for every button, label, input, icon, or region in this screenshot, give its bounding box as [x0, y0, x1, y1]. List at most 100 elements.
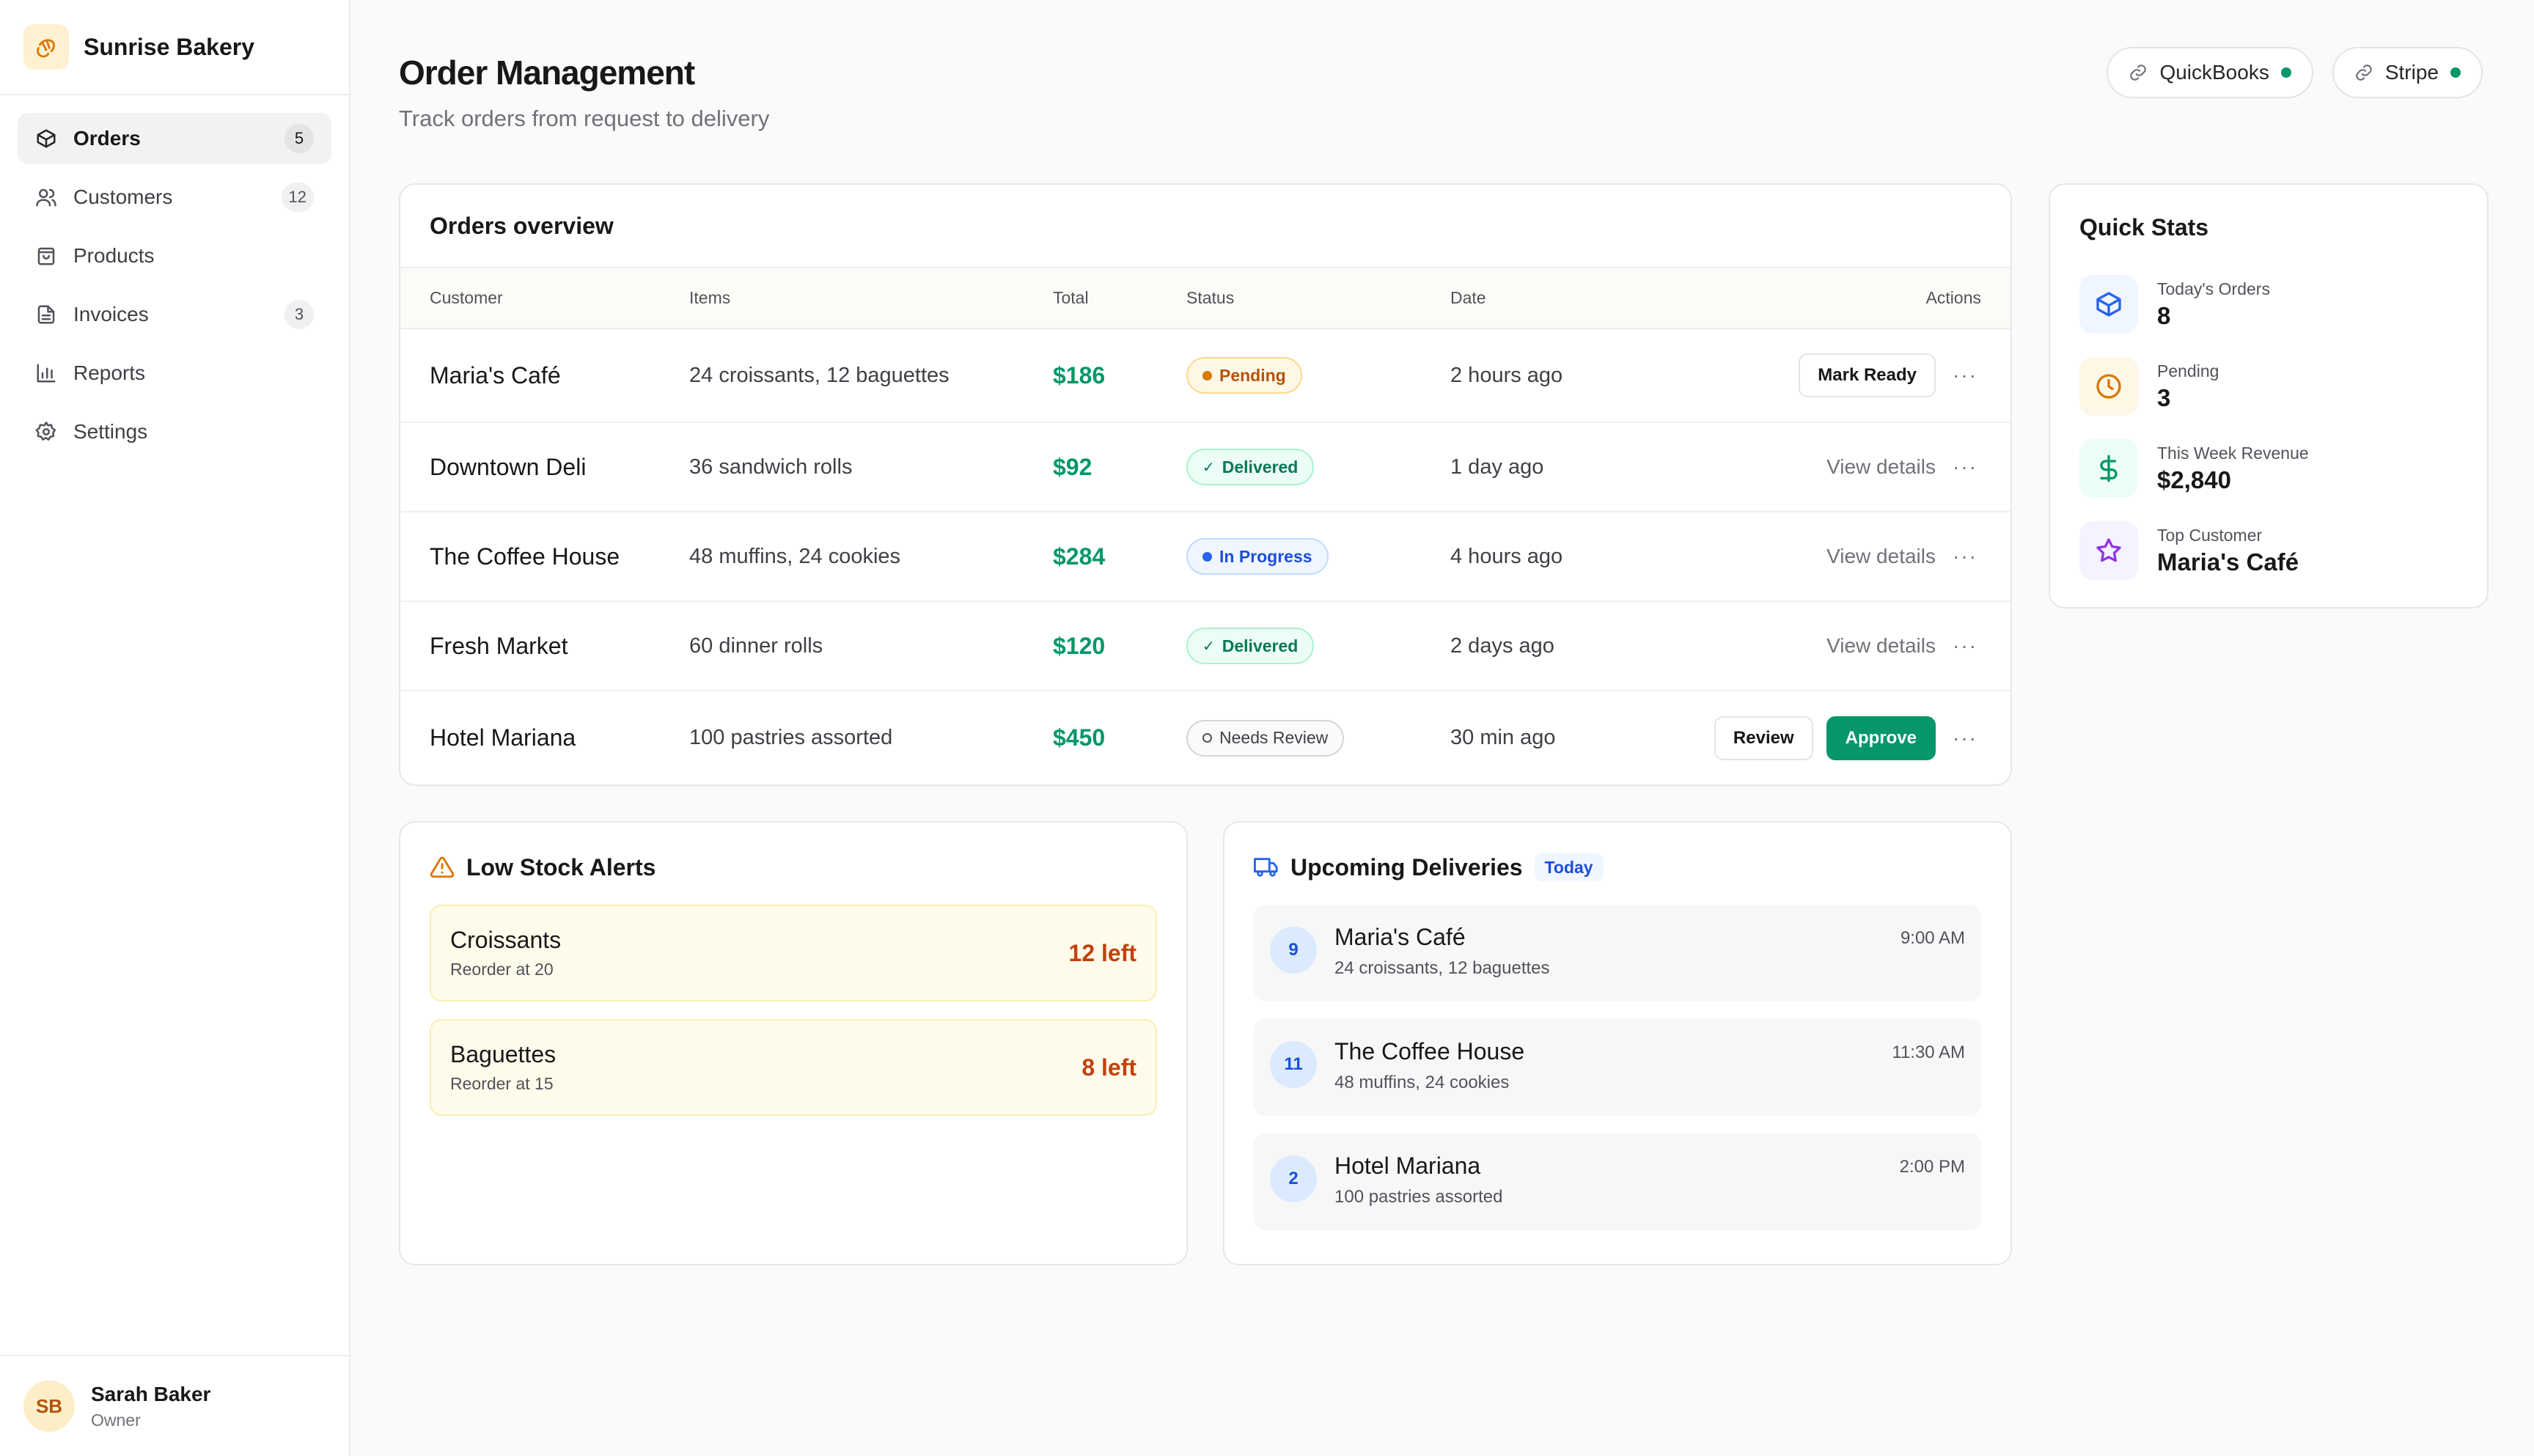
orders-table: Customer Items Total Status Date Actions…: [400, 268, 2010, 784]
user-profile[interactable]: SB Sarah Baker Owner: [0, 1355, 349, 1456]
count-badge: 5: [284, 124, 314, 153]
list-item: Baguettes Reorder at 15 8 left: [430, 1019, 1157, 1116]
order-date: 30 min ago: [1450, 726, 1556, 749]
delivery-customer: Maria's Café: [1334, 924, 1466, 950]
truck-icon: [1254, 855, 1279, 880]
integration-label: QuickBooks: [2159, 61, 2269, 84]
order-date: 2 days ago: [1450, 601, 1700, 691]
more-options-icon[interactable]: ···: [1949, 722, 1981, 754]
more-options-icon[interactable]: ···: [1949, 540, 1981, 573]
sidebar-item-invoices[interactable]: Invoices 3: [18, 289, 331, 340]
stock-name: Croissants: [450, 927, 562, 953]
sidebar-item-settings[interactable]: Settings: [18, 406, 331, 457]
status-label: Delivered: [1222, 636, 1299, 655]
connected-status-dot: [2280, 67, 2291, 78]
delivery-items: 100 pastries assorted: [1334, 1187, 1503, 1207]
integration-label: Stripe: [2384, 61, 2439, 84]
column-header-items: Items: [689, 268, 1053, 329]
stat-todays-orders: Today's Orders 8: [2079, 263, 2458, 345]
list-item[interactable]: 11 The Coffee House 48 muffins, 24 cooki…: [1254, 1019, 1981, 1116]
sidebar-item-label: Orders: [73, 127, 141, 150]
stat-pending: Pending 3: [2079, 345, 2458, 427]
check-icon: ✓: [1202, 459, 1215, 476]
order-total: $120: [1053, 601, 1186, 691]
integration-quickbooks[interactable]: QuickBooks: [2107, 47, 2313, 98]
link-icon: [2129, 63, 2148, 82]
sidebar-item-orders[interactable]: Orders 5: [18, 113, 331, 164]
mark-ready-button[interactable]: Mark Ready: [1799, 353, 1936, 397]
view-details-link[interactable]: View details: [1826, 455, 1936, 479]
brand-name: Sunrise Bakery: [84, 33, 255, 60]
more-options-icon[interactable]: ···: [1949, 630, 1981, 662]
table-row: Downtown Deli 36 sandwich rolls $92 ✓ De…: [400, 422, 2010, 512]
stat-value: 8: [2157, 301, 2171, 329]
more-options-icon[interactable]: ···: [1949, 359, 1981, 391]
dollar-icon: [2079, 439, 2138, 498]
sidebar-item-reports[interactable]: Reports: [18, 348, 331, 399]
sidebar-item-label: Reports: [73, 361, 146, 384]
table-row: Maria's Café 24 croissants, 12 baguettes…: [400, 328, 2010, 423]
in-progress-dot-icon: [1202, 551, 1212, 562]
stat-value: Maria's Café: [2157, 548, 2299, 576]
delivery-time: 11:30 AM: [1892, 1043, 1965, 1062]
column-header-total: Total: [1053, 268, 1186, 329]
stock-remaining: 12 left: [1068, 939, 1136, 966]
stat-label: This Week Revenue: [2157, 443, 2309, 463]
sidebar-item-label: Settings: [73, 420, 148, 443]
more-options-icon[interactable]: ···: [1949, 451, 1981, 483]
table-row: The Coffee House 48 muffins, 24 cookies …: [400, 512, 2010, 602]
stock-remaining: 8 left: [1081, 1054, 1136, 1081]
order-items: 60 dinner rolls: [689, 601, 1053, 691]
delivery-customer: Hotel Mariana: [1334, 1152, 1481, 1179]
order-items: 36 sandwich rolls: [689, 422, 1053, 512]
order-items: 100 pastries assorted: [689, 726, 893, 749]
order-customer: Maria's Café: [400, 328, 689, 423]
order-items: 48 muffins, 24 cookies: [689, 512, 1053, 602]
delivery-number: 11: [1270, 1041, 1317, 1088]
pending-dot-icon: [1202, 370, 1212, 380]
avatar: SB: [23, 1380, 75, 1432]
bag-icon: [35, 245, 57, 267]
link-icon: [2354, 63, 2373, 82]
sidebar-item-customers[interactable]: Customers 12: [18, 172, 331, 223]
orders-overview-card: Orders overview Customer Items Total Sta…: [399, 183, 2012, 786]
status-badge: In Progress: [1186, 538, 1329, 575]
stock-name: Baguettes: [450, 1041, 557, 1067]
page-title: Order Management: [399, 54, 695, 92]
delivery-customer: The Coffee House: [1334, 1038, 1525, 1065]
approve-button[interactable]: Approve: [1826, 716, 1936, 760]
stat-week-revenue: This Week Revenue $2,840: [2079, 427, 2458, 510]
delivery-number: 2: [1270, 1155, 1317, 1202]
order-items: 24 croissants, 12 baguettes: [689, 328, 1053, 423]
bar-chart-icon: [35, 362, 57, 384]
upcoming-deliveries-card: Upcoming Deliveries Today 9 Maria's Café…: [1223, 821, 2012, 1265]
stat-top-customer: Top Customer Maria's Café: [2079, 510, 2458, 592]
low-stock-card: Low Stock Alerts Croissants Reorder at 2…: [399, 821, 1188, 1265]
column-header-date: Date: [1450, 268, 1700, 329]
order-date: 1 day ago: [1450, 422, 1700, 512]
delivery-items: 24 croissants, 12 baguettes: [1334, 958, 1550, 978]
status-label: Delivered: [1222, 457, 1299, 477]
order-date: 4 hours ago: [1450, 512, 1700, 602]
order-total: $186: [1053, 328, 1186, 423]
box-icon: [2079, 275, 2138, 334]
brand: Sunrise Bakery: [0, 0, 349, 95]
sidebar-item-products[interactable]: Products: [18, 230, 331, 282]
status-badge: ✓ Delivered: [1186, 449, 1315, 485]
review-button[interactable]: Review: [1714, 716, 1813, 760]
delivery-number: 9: [1270, 927, 1317, 974]
user-role: Owner: [91, 1410, 141, 1430]
list-item[interactable]: 2 Hotel Mariana 100 pastries assorted 2:…: [1254, 1133, 1981, 1230]
column-header-customer: Customer: [400, 268, 689, 329]
sidebar-item-label: Invoices: [73, 303, 149, 326]
today-chip: Today: [1534, 853, 1604, 881]
stat-value: 3: [2157, 383, 2171, 411]
list-item: Croissants Reorder at 20 12 left: [430, 905, 1157, 1001]
view-details-link[interactable]: View details: [1826, 634, 1936, 658]
croissant-logo-icon: [23, 24, 69, 70]
clock-icon: [2079, 357, 2138, 416]
view-details-link[interactable]: View details: [1826, 545, 1936, 568]
integration-stripe[interactable]: Stripe: [2332, 47, 2483, 98]
quick-stats-card: Quick Stats Today's Orders 8 Pending 3 T…: [2049, 183, 2489, 608]
list-item[interactable]: 9 Maria's Café 24 croissants, 12 baguett…: [1254, 905, 1981, 1001]
